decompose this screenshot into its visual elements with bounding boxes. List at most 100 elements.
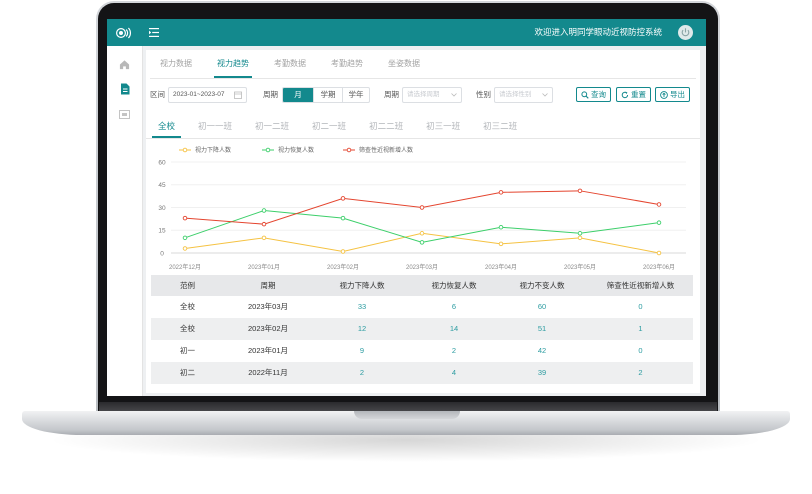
y-tick-label: 60 bbox=[158, 159, 166, 166]
new-myopia-count-cell: 2 bbox=[638, 368, 643, 377]
table-body: 全校 2023年03月 33 6 60 0 全校 2023年02月 12 14 51 1 初一 2023年… bbox=[151, 296, 693, 384]
search-icon bbox=[581, 90, 589, 99]
new-myopia-count-cell: 0 bbox=[638, 346, 643, 355]
gender-label: 性别 bbox=[476, 90, 491, 99]
new-myopia-count-cell: 1 bbox=[638, 324, 643, 333]
data-point-vision-recovery bbox=[340, 215, 346, 221]
period-cell: 2023年03月 bbox=[247, 302, 289, 311]
decline-count-cell: 33 bbox=[357, 302, 367, 311]
vision-trend-line-chart: 0 15 30 45 60 2022年12月 2023年01月 2023年02月 2023年03… bbox=[158, 146, 686, 271]
class-tab-g7-c1[interactable]: 初一一班 bbox=[192, 116, 238, 138]
x-tick-label: 2023年03月 bbox=[406, 263, 438, 271]
main-tabs: 视力数据 视力趋势 考勤数据 考勤趋势 坐姿数据 bbox=[150, 50, 696, 79]
period-label: 周期 bbox=[263, 90, 278, 99]
legend-label-new-myopia: 筛查性近视新增人数 bbox=[359, 146, 413, 154]
app-title: 欢迎进入明同学眼动近视防控系统 bbox=[534, 27, 662, 37]
eye-logo-icon bbox=[115, 27, 131, 39]
data-point-new-myopia bbox=[498, 190, 504, 195]
refresh-icon bbox=[621, 91, 629, 98]
y-tick-label: 0 bbox=[160, 250, 164, 257]
data-point-new-myopia bbox=[419, 205, 425, 210]
filter-bar: 区间 2023-01~2023-07 周期 月 学期 学年 周期 请选择周期 性… bbox=[146, 87, 700, 103]
sidebar-item-home[interactable] bbox=[107, 55, 142, 73]
scope-cell: 全校 bbox=[180, 302, 195, 311]
period-segmented-control: 月 学期 学年 bbox=[282, 87, 370, 103]
tab-attendance-trend[interactable]: 考勤趋势 bbox=[328, 50, 366, 78]
scope-cell: 全校 bbox=[180, 324, 195, 333]
new-myopia-count-cell: 0 bbox=[638, 302, 643, 311]
scope-cell: 初一 bbox=[180, 346, 195, 355]
y-tick-label: 45 bbox=[158, 182, 166, 189]
legend-label-vision-decline: 视力下降人数 bbox=[195, 146, 231, 154]
tab-posture-data[interactable]: 坐姿数据 bbox=[385, 50, 423, 78]
class-tabs: 全校 初一一班 初一二班 初二一班 初二二班 初三一班 初三二班 bbox=[146, 116, 700, 139]
table-row: 全校 2023年02月 12 14 51 1 bbox=[151, 318, 693, 340]
x-tick-label: 2023年02月 bbox=[327, 263, 359, 271]
class-tab-g9-c2[interactable]: 初三二班 bbox=[477, 116, 523, 138]
gender-select[interactable]: 请选择性别 bbox=[494, 87, 553, 103]
period-option-year[interactable]: 学年 bbox=[342, 88, 369, 102]
legend-label-vision-recovery: 视力恢复人数 bbox=[278, 146, 314, 154]
sidebar-item-document[interactable] bbox=[107, 80, 142, 98]
query-button-label: 查询 bbox=[591, 90, 606, 99]
sidebar-item-monitor[interactable] bbox=[107, 105, 142, 123]
data-point-new-myopia bbox=[656, 202, 662, 207]
cycle-label: 周期 bbox=[384, 90, 399, 99]
unchanged-count-cell: 39 bbox=[537, 368, 547, 377]
period-option-semester[interactable]: 学期 bbox=[313, 88, 342, 102]
table-row: 初二 2022年11月 2 4 39 2 bbox=[151, 362, 693, 384]
table-row: 初一 2023年01月 9 2 42 0 bbox=[151, 340, 693, 362]
data-point-vision-recovery bbox=[261, 208, 267, 213]
unchanged-count-cell: 51 bbox=[537, 324, 547, 333]
table-header-row: 范例 周期 视力下降人数 视力恢复人数 视力不变人数 筛查性近视新增人数 bbox=[151, 275, 693, 296]
data-point-vision-decline bbox=[419, 231, 425, 236]
laptop-mockup: 欢迎进入明同学眼动近视防控系统 视力数据 视力趋势 考勤数据 考勤趋势 坐姿数据… bbox=[0, 0, 812, 494]
chevron-down-icon bbox=[451, 93, 457, 97]
reset-button[interactable]: 重置 bbox=[616, 87, 651, 102]
period-option-month[interactable]: 月 bbox=[283, 88, 313, 102]
x-tick-label: 2023年05月 bbox=[564, 263, 596, 271]
legend-marker-point-vision-decline bbox=[182, 147, 188, 153]
recovery-count-cell: 2 bbox=[451, 346, 457, 355]
recovery-count-cell: 14 bbox=[449, 324, 459, 333]
data-point-vision-recovery bbox=[577, 231, 583, 236]
data-point-vision-decline bbox=[182, 246, 188, 251]
app-header: 欢迎进入明同学眼动近视防控系统 bbox=[107, 19, 706, 46]
home-icon bbox=[119, 59, 130, 69]
class-tab-g7-c2[interactable]: 初一二班 bbox=[249, 116, 295, 138]
column-header-scope: 范例 bbox=[180, 281, 195, 290]
legend-marker-point-new-myopia bbox=[346, 147, 352, 153]
calendar-icon bbox=[234, 91, 242, 99]
date-range-input[interactable]: 2023-01~2023-07 bbox=[168, 87, 247, 103]
period-cell: 2023年01月 bbox=[247, 346, 289, 355]
x-tick-label: 2023年01月 bbox=[248, 263, 280, 271]
class-tab-g8-c1[interactable]: 初二一班 bbox=[306, 116, 352, 138]
query-button[interactable]: 查询 bbox=[576, 87, 611, 102]
class-tab-g8-c2[interactable]: 初二二班 bbox=[363, 116, 409, 138]
class-tab-g9-c1[interactable]: 初三一班 bbox=[420, 116, 466, 138]
export-button-label: 导出 bbox=[670, 90, 685, 99]
decline-count-cell: 2 bbox=[359, 368, 365, 377]
data-point-vision-decline bbox=[261, 235, 267, 241]
main-card: 视力数据 视力趋势 考勤数据 考勤趋势 坐姿数据 区间 2023-01~2023… bbox=[146, 50, 700, 393]
cycle-placeholder: 请选择周期 bbox=[407, 91, 440, 98]
data-point-vision-recovery bbox=[656, 220, 662, 225]
date-range-value: 2023-01~2023-07 bbox=[173, 91, 225, 98]
data-point-vision-decline bbox=[656, 250, 662, 256]
class-tab-whole-school[interactable]: 全校 bbox=[152, 116, 182, 138]
y-tick-label: 30 bbox=[158, 205, 166, 212]
gender-placeholder: 请选择性别 bbox=[499, 91, 532, 98]
reset-button-label: 重置 bbox=[631, 90, 646, 99]
column-header-unchanged: 视力不变人数 bbox=[519, 281, 565, 290]
export-button[interactable]: 导出 bbox=[655, 87, 690, 102]
menu-fold-icon[interactable] bbox=[149, 28, 159, 37]
column-header-new-myopia: 筛查性近视新增人数 bbox=[606, 281, 675, 290]
cycle-select[interactable]: 请选择周期 bbox=[402, 87, 462, 103]
tab-vision-data[interactable]: 视力数据 bbox=[157, 50, 195, 78]
tab-vision-trend[interactable]: 视力趋势 bbox=[214, 50, 252, 78]
tab-attendance-data[interactable]: 考勤数据 bbox=[271, 50, 309, 78]
data-point-vision-decline bbox=[498, 241, 504, 247]
range-label: 区间 bbox=[150, 90, 165, 99]
power-icon[interactable] bbox=[678, 25, 693, 40]
chevron-down-icon bbox=[542, 93, 548, 97]
